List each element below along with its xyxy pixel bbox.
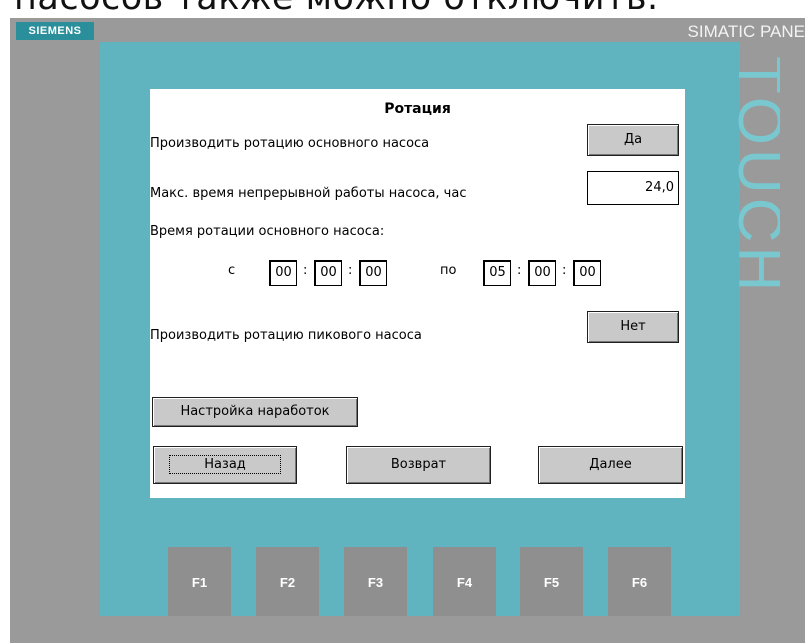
- touch-label: TOUCH: [738, 56, 780, 291]
- colon-separator: :: [517, 263, 522, 278]
- f3-key[interactable]: F3: [344, 547, 407, 616]
- rotate-peak-label: Производить ротацию пикового насоса: [150, 328, 422, 343]
- colon-separator: :: [348, 263, 353, 278]
- from-seconds-input[interactable]: 00: [359, 260, 387, 286]
- f2-key[interactable]: F2: [256, 547, 319, 616]
- next-button[interactable]: Далее: [538, 446, 683, 484]
- to-hours-input[interactable]: 05: [483, 260, 511, 286]
- max-time-label: Макс. время непрерывной работы насоса, ч…: [150, 186, 467, 201]
- f4-key[interactable]: F4: [433, 547, 496, 616]
- to-label: по: [440, 263, 457, 278]
- from-label: с: [228, 263, 236, 278]
- from-hours-input[interactable]: 00: [269, 260, 297, 286]
- f5-key[interactable]: F5: [520, 547, 583, 616]
- colon-separator: :: [562, 263, 567, 278]
- rotate-main-toggle-button[interactable]: Да: [587, 124, 679, 156]
- page-caption: насосов также можно отключить.: [14, 0, 659, 18]
- screen-title: Ротация: [384, 101, 451, 117]
- to-minutes-input[interactable]: 00: [528, 260, 556, 286]
- max-time-input[interactable]: 24,0: [587, 171, 679, 205]
- siemens-logo: SIEMENS: [16, 22, 94, 40]
- runtime-settings-button[interactable]: Настройка наработок: [152, 397, 358, 427]
- return-button[interactable]: Возврат: [346, 446, 491, 484]
- hmi-screen: Ротация Производить ротацию основного на…: [150, 89, 685, 498]
- to-seconds-input[interactable]: 00: [573, 260, 601, 286]
- from-minutes-input[interactable]: 00: [314, 260, 342, 286]
- rotate-peak-toggle-button[interactable]: Нет: [587, 311, 679, 343]
- f1-key[interactable]: F1: [168, 547, 231, 616]
- f6-key[interactable]: F6: [608, 547, 671, 616]
- back-button-label: Назад: [169, 455, 281, 474]
- rotation-time-label: Время ротации основного насоса:: [150, 224, 385, 239]
- touch-text: TOUCH: [738, 56, 780, 291]
- rotate-main-label: Производить ротацию основного насоса: [150, 136, 430, 151]
- back-button[interactable]: Назад: [153, 446, 297, 484]
- simatic-label: SIMATIC PANE: [687, 22, 805, 41]
- colon-separator: :: [303, 263, 308, 278]
